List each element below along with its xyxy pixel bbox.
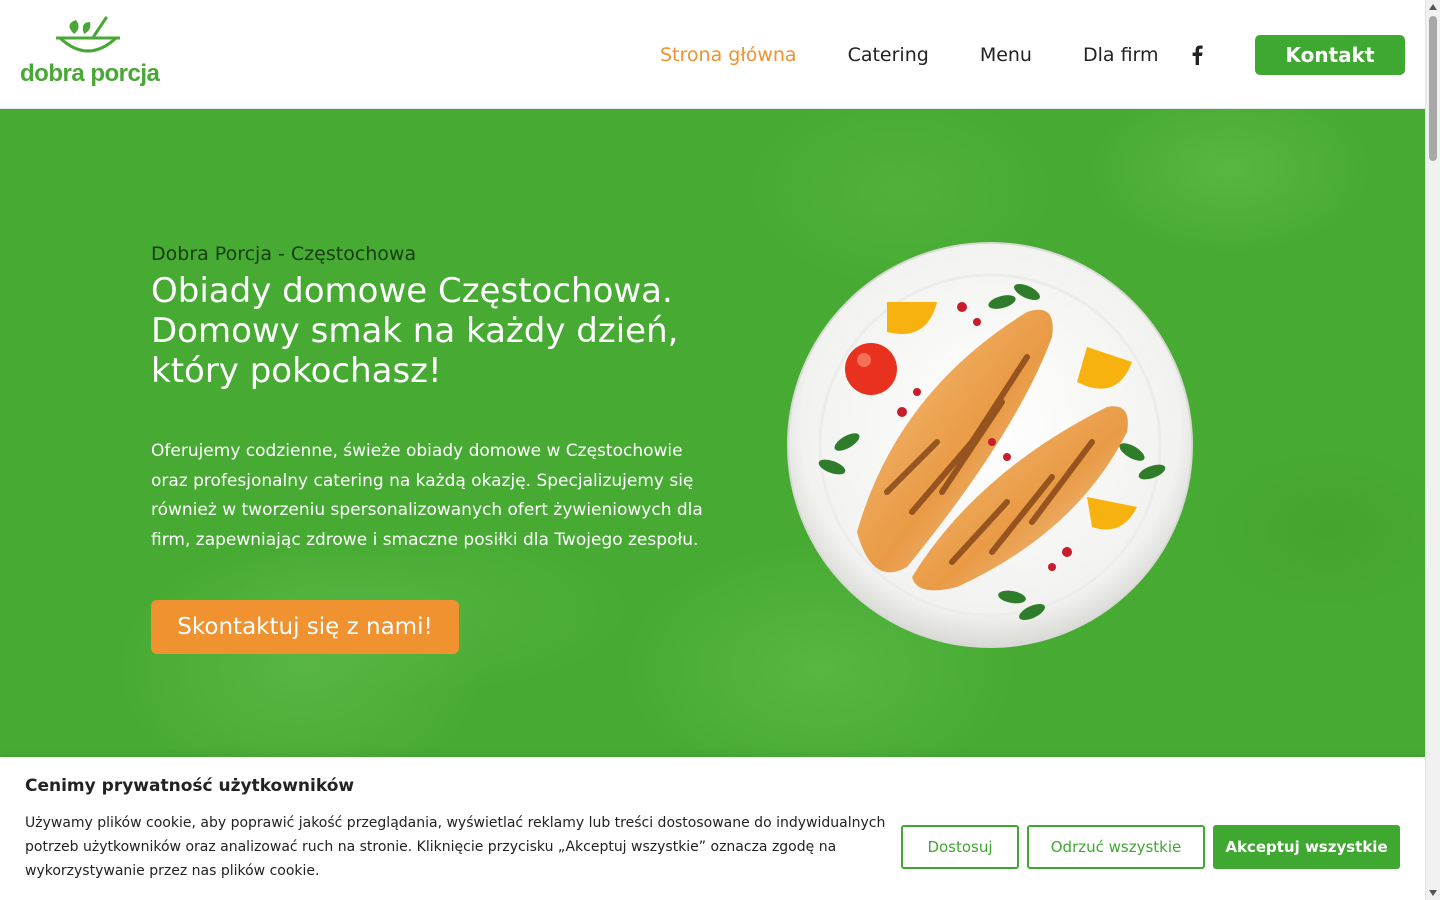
cookie-title: Cenimy prywatność użytkowników: [25, 776, 355, 796]
grilled-fish-plate-image: [787, 242, 1193, 648]
main-nav: Strona główna Catering Menu Dla firm: [660, 0, 1210, 109]
facebook-icon[interactable]: [1190, 45, 1204, 65]
bowl-leaf-icon: [56, 16, 120, 53]
logo-text: dobra porcja: [20, 60, 160, 87]
scroll-up-arrow-icon[interactable]: [1429, 4, 1437, 10]
accept-all-button[interactable]: Akceptuj wszystkie: [1213, 825, 1400, 869]
nav-item-menu[interactable]: Menu: [980, 44, 1032, 66]
reject-all-button[interactable]: Odrzuć wszystkie: [1027, 825, 1205, 869]
scrollbar-thumb[interactable]: [1429, 16, 1437, 161]
customize-cookies-button[interactable]: Dostosuj: [901, 825, 1019, 869]
hero-section: Dobra Porcja - Częstochowa Obiady domowe…: [0, 109, 1425, 757]
cookie-banner: Cenimy prywatność użytkowników Używamy p…: [0, 757, 1425, 900]
hero-title: Obiady domowe Częstochowa. Domowy smak n…: [151, 271, 679, 391]
nav-item-business[interactable]: Dla firm: [1083, 44, 1159, 66]
hero-description: Oferujemy codzienne, świeże obiady domow…: [151, 441, 703, 550]
contact-us-button[interactable]: Skontaktuj się z nami!: [151, 600, 459, 654]
contact-button[interactable]: Kontakt: [1255, 35, 1405, 75]
cookie-text: Używamy plików cookie, aby poprawić jako…: [25, 815, 886, 879]
site-header: dobra porcja Strona główna Catering Menu…: [0, 0, 1425, 109]
logo[interactable]: dobra porcja: [18, 16, 160, 92]
hero-subtitle: Dobra Porcja - Częstochowa: [151, 243, 417, 265]
nav-item-catering[interactable]: Catering: [848, 44, 929, 66]
nav-item-home[interactable]: Strona główna: [660, 44, 797, 66]
page-scrollbar[interactable]: [1425, 0, 1440, 900]
scroll-down-arrow-icon[interactable]: [1429, 890, 1437, 896]
